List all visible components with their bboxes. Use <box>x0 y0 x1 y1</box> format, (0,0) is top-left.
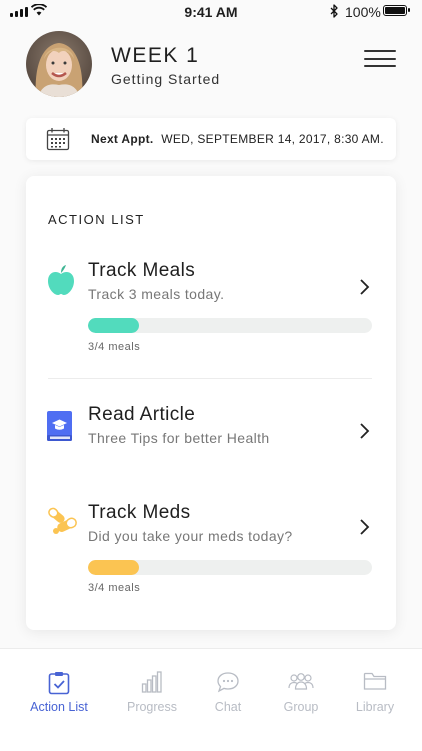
battery-icon <box>383 5 410 16</box>
apple-icon <box>48 265 74 295</box>
tab-label: Chat <box>214 700 242 714</box>
chevron-right-icon <box>360 519 370 535</box>
item-subtitle: Did you take your meds today? <box>88 528 293 544</box>
action-item-read-article[interactable]: Read Article Three Tips for better Healt… <box>26 404 396 454</box>
meds-progress-label: 3/4 meals <box>88 582 141 594</box>
next-appointment-banner[interactable]: Next Appt. WED, SEPTEMBER 14, 2017, 8:30… <box>26 118 396 160</box>
tab-progress[interactable]: Progress <box>110 649 194 751</box>
item-subtitle: Three Tips for better Health <box>88 430 270 446</box>
chevron-right-icon <box>360 423 370 439</box>
status-bar: 9:41 AM 100% <box>0 0 422 24</box>
tab-library[interactable]: Library <box>333 649 417 751</box>
action-list-heading: ACTION LIST <box>48 212 145 227</box>
bar-chart-icon <box>141 671 162 693</box>
meds-progress-bar <box>88 560 372 575</box>
appointment-value: WED, SEPTEMBER 14, 2017, 8:30 AM. <box>161 132 384 146</box>
tab-label: Progress <box>126 700 178 714</box>
chevron-right-icon <box>360 279 370 295</box>
action-item-track-meds[interactable]: Track Meds Did you take your meds today?… <box>26 498 396 598</box>
tab-label: Library <box>355 700 395 714</box>
action-item-track-meals[interactable]: Track Meals Track 3 meals today. 3/4 mea… <box>26 256 396 356</box>
tab-bar: Action List Progress Chat Group Library <box>0 648 422 751</box>
chat-bubble-icon <box>217 672 239 693</box>
meals-progress-fill <box>88 318 140 333</box>
folder-icon <box>363 672 387 690</box>
bluetooth-icon <box>330 4 338 18</box>
book-icon <box>47 411 72 441</box>
meals-progress-label: 3/4 meals <box>88 341 141 353</box>
action-list-card: ACTION LIST Track Meals Track 3 meals to… <box>26 176 396 630</box>
group-icon <box>288 673 314 690</box>
tab-group[interactable]: Group <box>259 649 343 751</box>
tab-label: Group <box>283 700 319 714</box>
divider <box>48 378 372 379</box>
hamburger-menu-icon[interactable] <box>364 50 396 70</box>
pills-icon <box>48 507 77 534</box>
avatar[interactable] <box>26 31 92 97</box>
page-title: WEEK 1 <box>111 44 200 67</box>
calendar-icon <box>46 128 70 151</box>
item-title: Track Meds <box>88 502 191 523</box>
meds-progress-fill <box>88 560 140 575</box>
clipboard-check-icon <box>48 672 70 695</box>
tab-chat[interactable]: Chat <box>186 649 270 751</box>
tab-label: Action List <box>30 700 88 714</box>
item-title: Track Meals <box>88 260 196 281</box>
meals-progress-bar <box>88 318 372 333</box>
battery-percent: 100% <box>345 4 381 20</box>
item-title: Read Article <box>88 404 196 425</box>
appointment-label: Next Appt. <box>91 132 154 146</box>
item-subtitle: Track 3 meals today. <box>88 286 225 302</box>
tab-action-list[interactable]: Action List <box>17 649 101 751</box>
page-subtitle: Getting Started <box>111 71 221 87</box>
